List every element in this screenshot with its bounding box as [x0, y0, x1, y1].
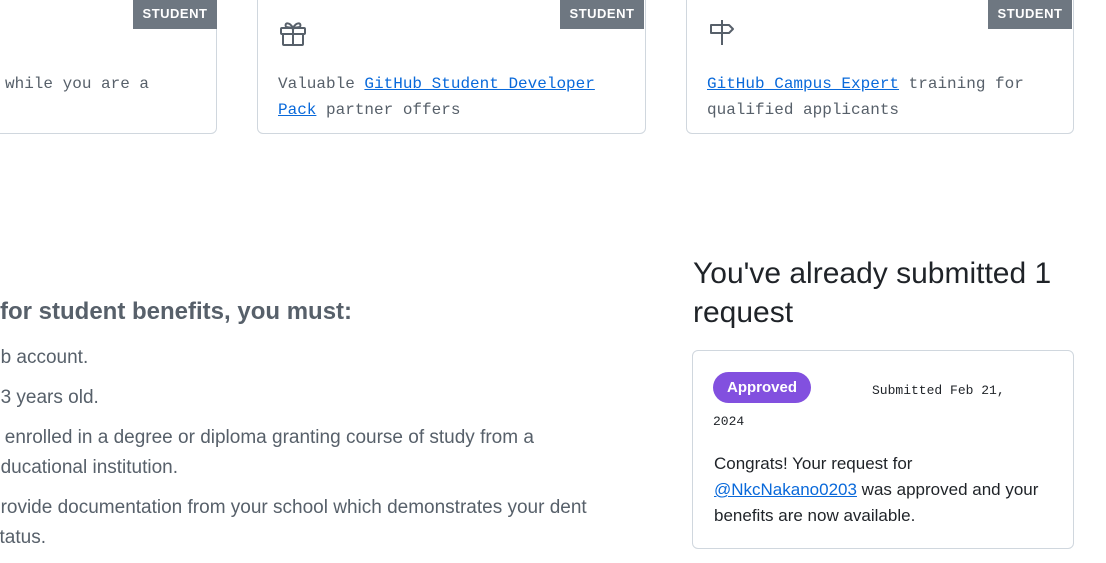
- student-badge: STUDENT: [988, 0, 1072, 29]
- eligibility-list: ub account. 13 years old. y enrolled in …: [0, 343, 610, 563]
- student-badge: STUDENT: [560, 0, 644, 29]
- student-badge: STUDENT: [133, 0, 217, 29]
- username-link[interactable]: @NkcNakano0203: [714, 480, 857, 499]
- status-badge: Approved: [713, 372, 812, 403]
- request-message: Congrats! Your request for @NkcNakano020…: [714, 451, 1059, 529]
- benefit-card-text: GitHub Campus Expert training for qualif…: [707, 71, 1057, 123]
- eligibility-item: 13 years old.: [0, 387, 99, 408]
- benefit-card-2: STUDENT Valuable GitHub Student Develope…: [257, 0, 646, 134]
- card-text-suffix: partner offers: [316, 101, 461, 119]
- benefit-card-3: STUDENT GitHub Campus Expert training fo…: [686, 0, 1074, 134]
- request-card: Submitted Feb 21, 2024 Approved Congrats…: [692, 350, 1074, 549]
- campus-expert-link[interactable]: GitHub Campus Expert: [707, 75, 899, 93]
- card-text-prefix: Valuable: [278, 75, 365, 93]
- signpost-icon: [707, 17, 737, 47]
- eligibility-heading: y for student benefits, you must:: [0, 298, 353, 325]
- eligibility-item: ub account.: [0, 347, 89, 368]
- message-prefix: Congrats! Your request for: [714, 454, 913, 473]
- benefit-card-1: STUDENT while you are a: [0, 0, 217, 134]
- requests-heading: You've already submitted 1 request: [693, 257, 1052, 329]
- benefit-card-text: while you are a: [5, 71, 205, 97]
- benefit-card-text: Valuable GitHub Student Developer Pack p…: [278, 71, 628, 123]
- eligibility-item: y enrolled in a degree or diploma granti…: [0, 427, 534, 478]
- card-text-prefix: while you are a: [5, 75, 150, 93]
- eligibility-item: provide documentation from your school w…: [0, 497, 587, 548]
- gift-icon: [278, 17, 308, 47]
